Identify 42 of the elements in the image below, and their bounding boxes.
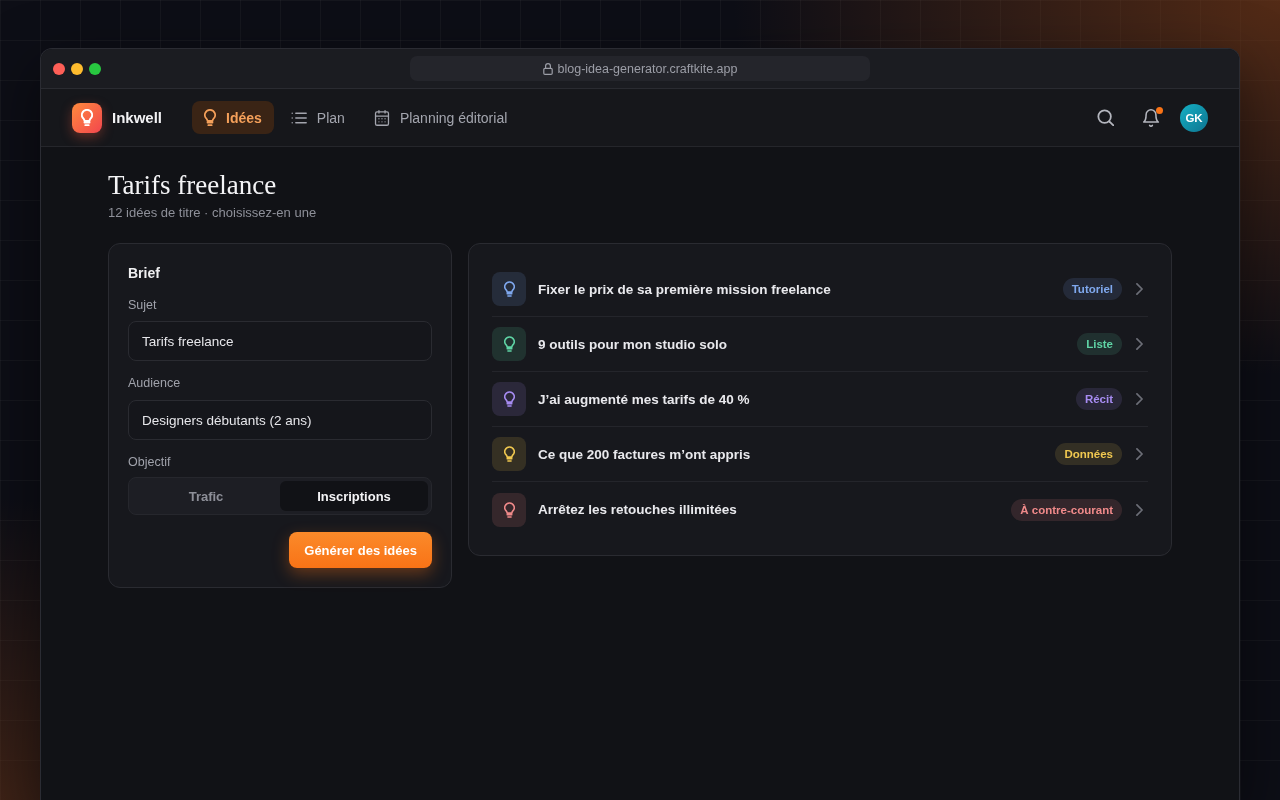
field-label: Objectif [128,454,172,470]
category-tag: Tutoriel [1062,278,1122,300]
chevron-icon[interactable] [1136,283,1143,295]
category-tag: Récit [1075,388,1122,410]
app-name: Inkwell [112,109,163,126]
idea-title[interactable]: Fixer le prix de sa première mission freelance [538,281,1051,297]
idea-title[interactable]: 9 outils pour mon studio solo [538,336,1066,352]
page-title: Tarifs freelance [108,169,278,201]
close-icon[interactable] [53,62,65,75]
segment-option[interactable]: Inscriptions [280,481,428,511]
segment-option[interactable]: Trafic [132,481,280,511]
nav-tab[interactable]: Idées [192,101,274,134]
page-subtitle: 12 idées de titre · choisissez-en une [108,205,318,221]
search-icon[interactable] [1097,109,1114,126]
idea-title[interactable]: J’ai augmenté mes tarifs de 40 % [538,391,1064,407]
text-field[interactable]: Designers débutants (2 ans) [128,400,432,440]
address-bar[interactable]: blog-idea-generator.craftkite.app [410,56,870,81]
category-tag: À contre-courant [1011,498,1122,521]
nav-tab[interactable]: Planning éditorial [361,101,520,134]
maximize-icon[interactable] [89,62,101,75]
chevron-icon[interactable] [1136,393,1143,405]
minimize-icon[interactable] [71,62,83,75]
bell-icon [1142,108,1160,127]
nav-tab[interactable]: Plan [278,101,357,134]
idea-title[interactable]: Arrêtez les retouches illimitées [538,502,1000,517]
chevron-icon[interactable] [1136,503,1143,516]
lightbulb-icon [204,109,217,126]
card-title: Brief [128,264,161,282]
field-label: Sujet [128,297,158,313]
idea-title[interactable]: Ce que 200 factures m’ont appris [538,446,1044,462]
field-label: Audience [128,375,182,391]
category-tag: Données [1055,443,1122,465]
text-field[interactable]: Tarifs freelance [128,321,432,361]
notifications-button[interactable] [1142,108,1160,127]
calendar-icon [373,109,390,126]
logo-icon [72,102,102,133]
chevron-icon[interactable] [1136,448,1143,460]
chevron-icon[interactable] [1136,338,1143,350]
category-tag: Liste [1077,333,1122,355]
user-avatar[interactable]: GK [1180,103,1208,132]
list-icon [290,109,307,126]
lock-icon [542,62,553,75]
